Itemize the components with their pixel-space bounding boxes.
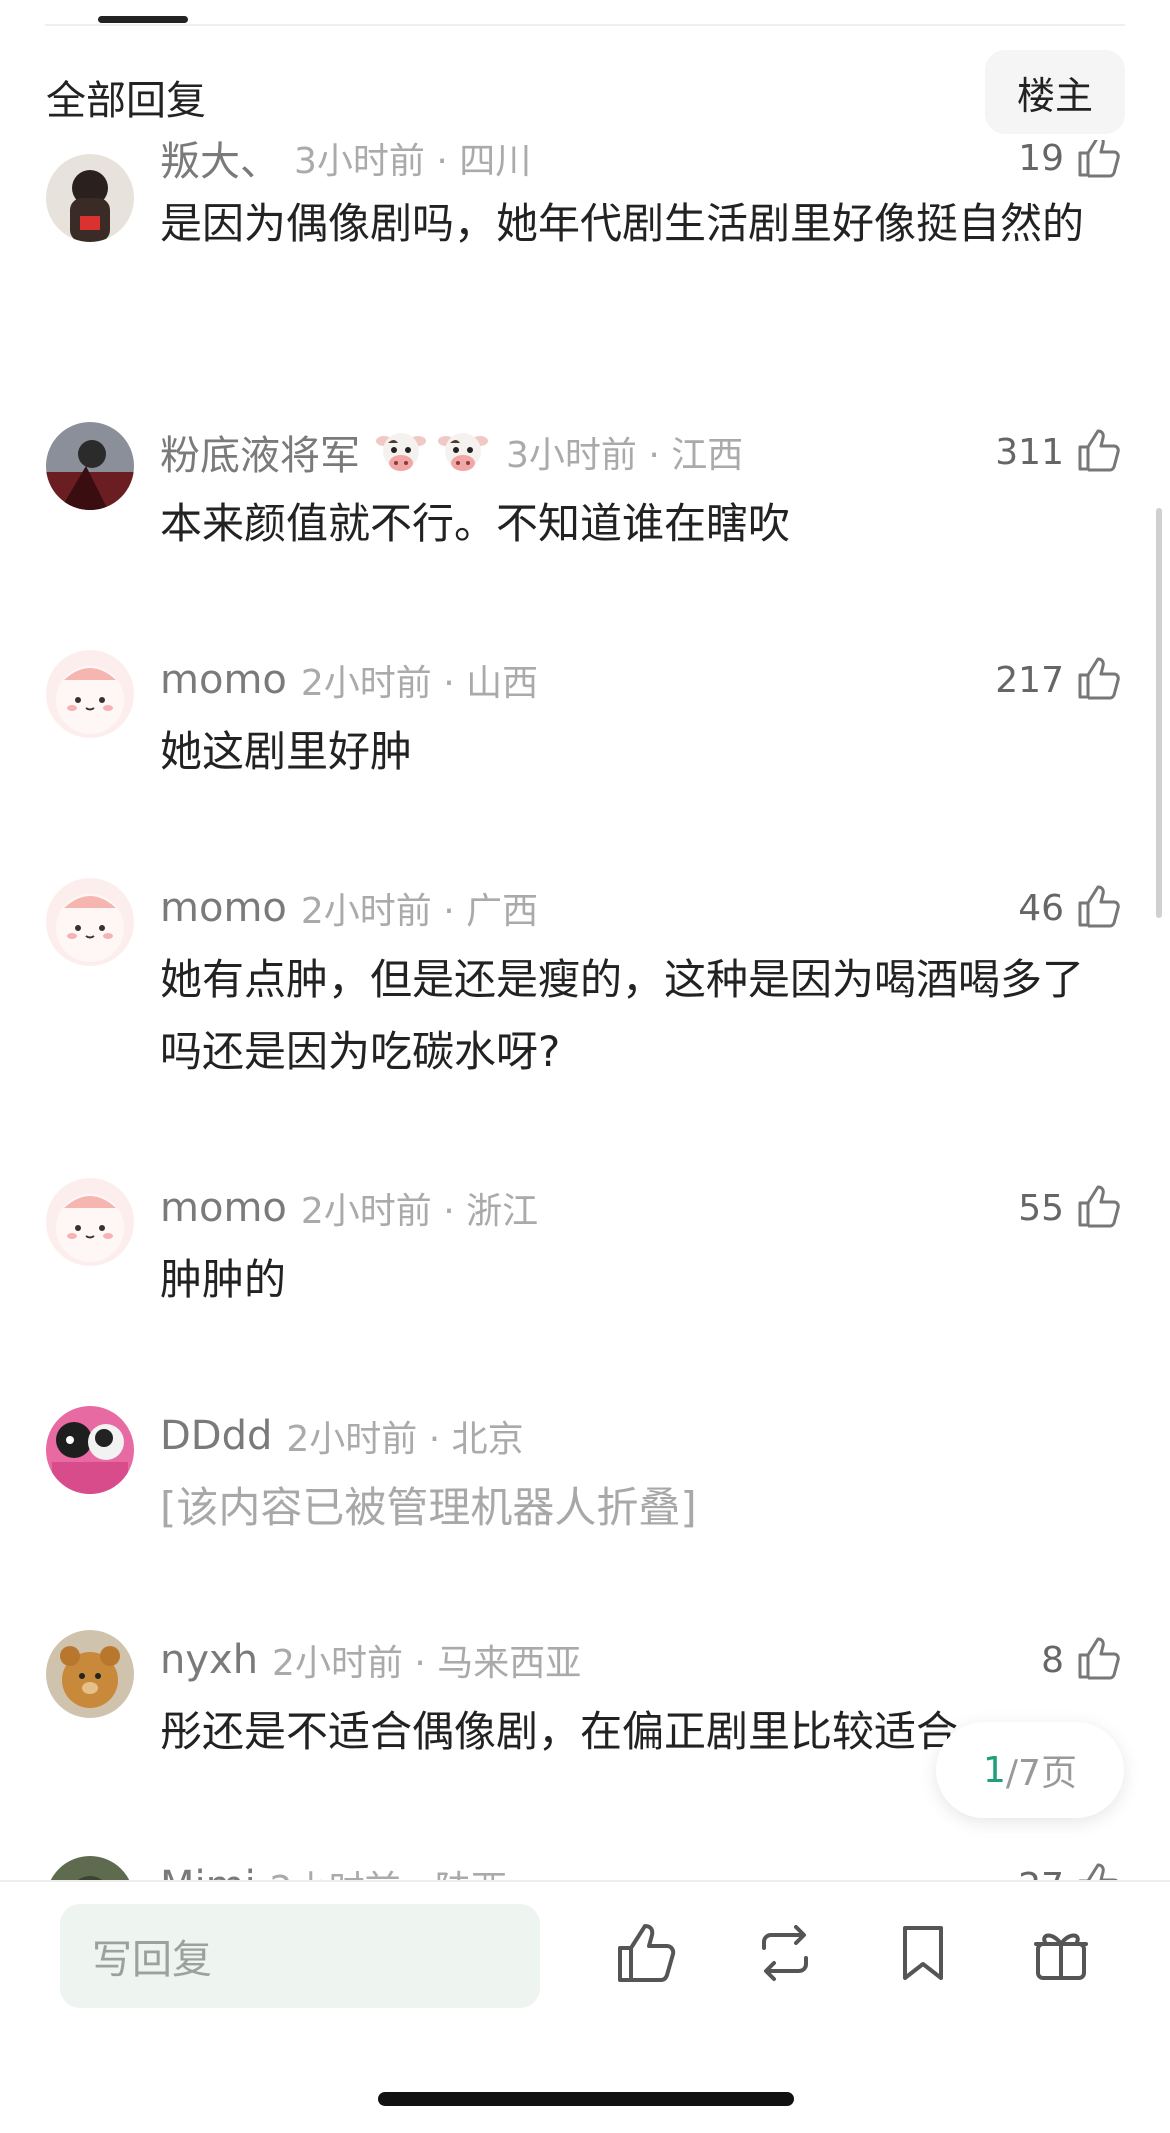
like-count: 55 [1018,1187,1064,1229]
like-count: 27 [1018,1866,1064,1881]
like-count: 19 [1018,137,1064,179]
comment-list[interactable]: 叛大、 3小时前 · 四川 19 是因为偶像剧吗，她年代剧生活剧里好像挺自然的 … [0,0,1170,1880]
thumbs-up-icon [1074,425,1124,479]
username[interactable]: 粉底液将军 [160,423,360,481]
time-location: 2小时前 · 马来西亚 [272,1643,582,1684]
like-count: 46 [1018,887,1064,929]
folded-comment-text[interactable]: [该内容已被管理机器人折叠] [160,1472,1100,1544]
like-count: 217 [995,659,1064,701]
thumbs-up-icon [1074,1859,1124,1880]
avatar[interactable] [46,650,134,738]
avatar[interactable] [46,878,134,966]
comment-text: 她这剧里好肿 [160,727,413,776]
page-indicator[interactable]: 1 /7页 [936,1722,1124,1818]
like-button[interactable]: 311 [995,422,1124,482]
comments-header: 全部回复 楼主 [0,44,1170,140]
like-icon[interactable] [612,1918,682,1988]
current-page: 1 [983,1749,1006,1791]
thumbs-up-icon [1074,1181,1124,1235]
bookmark-icon[interactable] [888,1918,958,1988]
cow-emoji-icon [374,425,428,479]
all-replies-title: 全部回复 [46,78,206,124]
time-location: 2小时前 · 山西 [300,663,539,704]
like-button[interactable]: 8 [1041,1630,1124,1690]
comment-text: 本来颜值就不行。不知道谁在瞎吹 [160,499,791,548]
time-location: 3小时前 · 江西 [506,435,744,476]
comment-text: 肿肿的 [160,1255,287,1304]
thumbs-up-icon [1074,881,1124,935]
avatar[interactable] [46,1406,134,1494]
comment-text: 她有点肿，但是还是瘦的，这种是因为喝酒喝多了吗还是因为吃碳水呀? [160,955,1085,1076]
username[interactable]: DDdd [160,1413,272,1459]
home-indicator [378,2092,794,2106]
comment-meta: 粉底液将军 3小时前 · 江西 [160,422,743,482]
repost-icon[interactable] [750,1918,820,1988]
scrollbar[interactable] [1156,508,1162,918]
comment-meta: Mimi 2小时前 · 陕西 [160,1856,507,1880]
time-location: 2小时前 · 北京 [286,1419,524,1460]
comment-meta: momo 2小时前 · 山西 [160,650,538,710]
gift-icon[interactable] [1026,1918,1096,1988]
username[interactable]: momo [160,885,287,931]
time-location: 2小时前 · 广西 [300,891,539,932]
avatar[interactable] [46,1856,134,1880]
comment-meta: nyxh 2小时前 · 马来西亚 [160,1630,581,1690]
like-button[interactable]: 217 [995,650,1124,710]
like-count: 8 [1041,1639,1064,1681]
like-button[interactable]: 27 [1018,1856,1124,1880]
thumbs-up-icon [1074,653,1124,707]
cow-emoji-icon [436,425,490,479]
avatar[interactable] [46,422,134,510]
thumbs-up-icon [1074,1633,1124,1687]
like-button[interactable]: 55 [1018,1178,1124,1238]
username[interactable]: momo [160,657,287,703]
comment-meta: momo 2小时前 · 浙江 [160,1178,538,1238]
owner-only-button[interactable]: 楼主 [985,50,1125,134]
reply-input[interactable]: 写回复 [60,1904,540,2008]
time-location: 2小时前 · 浙江 [300,1191,539,1232]
avatar[interactable] [46,1630,134,1718]
total-pages: /7页 [1005,1753,1077,1794]
username[interactable]: nyxh [160,1637,258,1683]
like-button[interactable]: 46 [1018,878,1124,938]
like-count: 311 [995,431,1064,473]
username[interactable]: momo [160,1185,287,1231]
comment-text: 是因为偶像剧吗，她年代剧生活剧里好像挺自然的 [160,199,1085,248]
avatar[interactable] [46,1178,134,1266]
comment-meta: momo 2小时前 · 广西 [160,878,538,938]
username[interactable]: Mimi [160,1863,256,1880]
comment-meta: DDdd 2小时前 · 北京 [160,1406,524,1466]
avatar[interactable] [46,154,134,242]
time-location: 2小时前 · 陕西 [270,1860,507,1880]
